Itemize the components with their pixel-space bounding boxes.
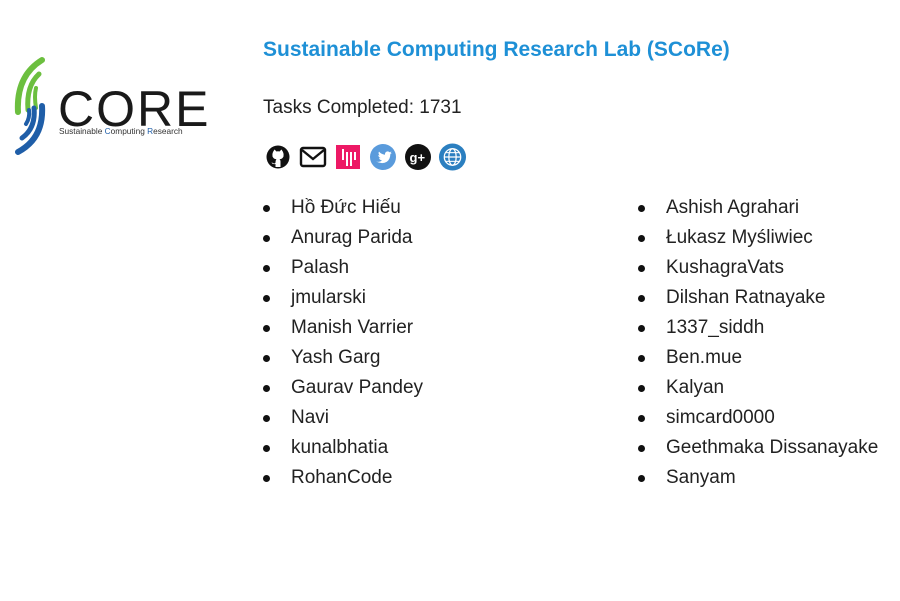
- twitter-link[interactable]: [368, 142, 397, 171]
- member-item: Gaurav Pandey: [263, 373, 603, 403]
- member-item: 1337_siddh: [638, 313, 898, 343]
- members-list-right: Ashish Agrahari Łukasz Myśliwiec Kushagr…: [638, 193, 898, 493]
- email-link[interactable]: [298, 142, 327, 171]
- score-logo: CORE Sustainable Computing Research: [12, 56, 216, 162]
- logo-tagline: Sustainable Computing Research: [59, 126, 183, 136]
- member-item: Ben.mue: [638, 343, 898, 373]
- member-item: Anurag Parida: [263, 223, 603, 253]
- member-item: Kalyan: [638, 373, 898, 403]
- website-icon: [438, 142, 467, 171]
- tasks-completed: Tasks Completed: 1731: [263, 97, 462, 118]
- member-item: Geethmaka Dissanayake: [638, 433, 898, 463]
- member-item: Dilshan Ratnayake: [638, 283, 898, 313]
- member-item: Palash: [263, 253, 603, 283]
- score-logo-graphic: CORE Sustainable Computing Research: [14, 57, 208, 155]
- member-item: KushagraVats: [638, 253, 898, 283]
- member-item: Yash Garg: [263, 343, 603, 373]
- member-item: kunalbhatia: [263, 433, 603, 463]
- member-item: jmularski: [263, 283, 603, 313]
- social-links: g+: [263, 142, 467, 171]
- member-item: Łukasz Myśliwiec: [638, 223, 898, 253]
- svg-text:g+: g+: [409, 150, 425, 165]
- gitter-link[interactable]: [333, 142, 362, 171]
- member-item: simcard0000: [638, 403, 898, 433]
- member-item: Ashish Agrahari: [638, 193, 898, 223]
- member-item: RohanCode: [263, 463, 603, 493]
- gitter-icon: [335, 144, 360, 169]
- members-list-left: Hồ Đức Hiếu Anurag Parida Palash jmulars…: [263, 193, 603, 493]
- google-plus-link[interactable]: g+: [403, 142, 432, 171]
- org-title[interactable]: Sustainable Computing Research Lab (SCoR…: [263, 38, 730, 62]
- github-icon: [266, 145, 289, 168]
- website-link[interactable]: [438, 142, 467, 171]
- email-icon: [299, 146, 326, 167]
- twitter-icon: [369, 143, 396, 170]
- member-item: Hồ Đức Hiếu: [263, 193, 603, 223]
- member-item: Navi: [263, 403, 603, 433]
- member-item: Manish Varrier: [263, 313, 603, 343]
- google-plus-icon: g+: [404, 143, 431, 170]
- github-link[interactable]: [263, 142, 292, 171]
- member-item: Sanyam: [638, 463, 898, 493]
